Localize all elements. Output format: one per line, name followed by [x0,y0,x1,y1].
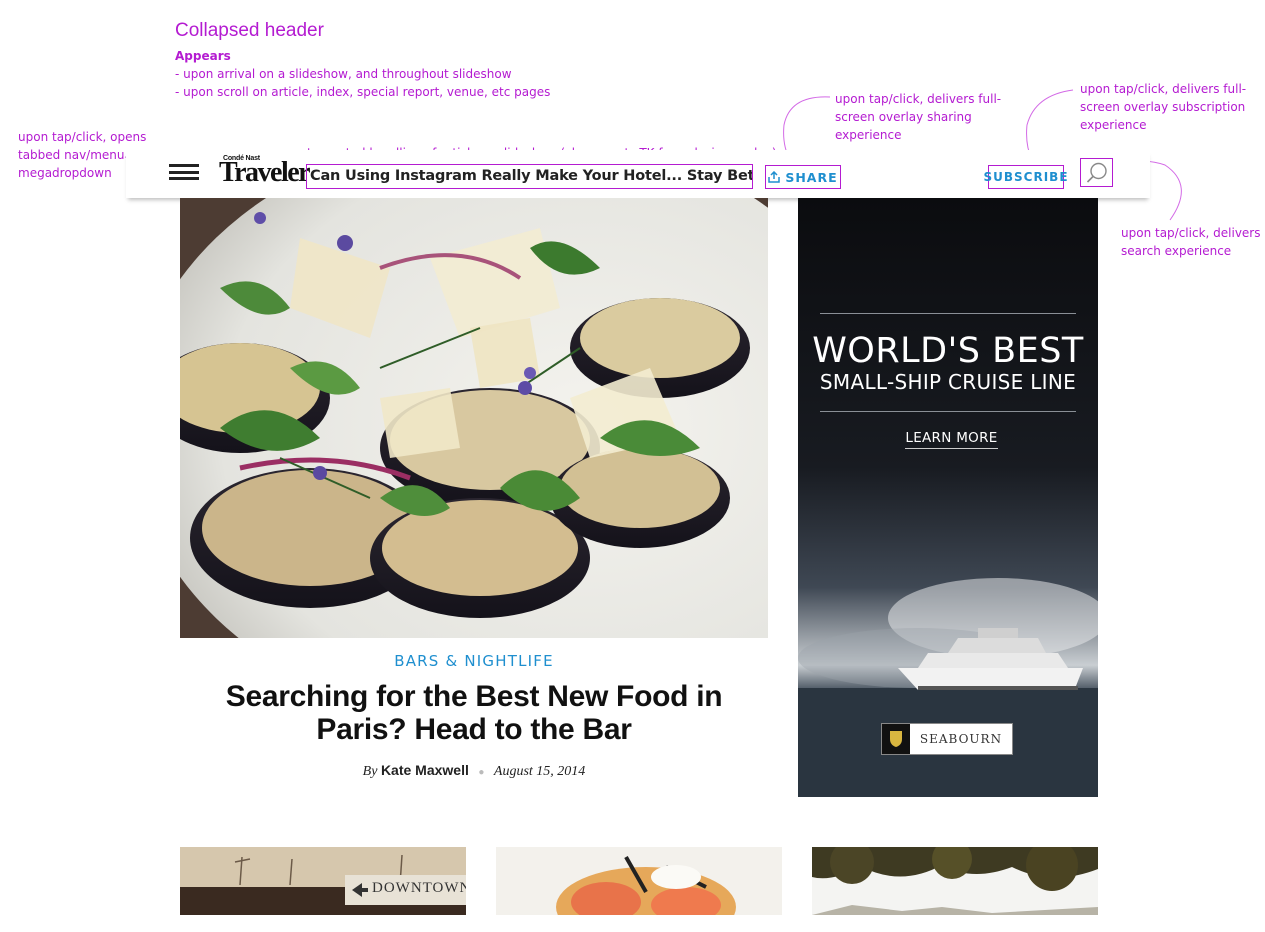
annotation-appears-item: - upon scroll on article, index, special… [175,85,551,99]
thumbnail-bar-interior[interactable]: DOWNTOWN [180,847,466,915]
traveler-logo[interactable]: Condé Nast Traveler [219,155,311,187]
annotation-share: upon tap/click, delivers full-screen ove… [835,92,1002,142]
byline-prefix: By [362,764,378,779]
annotation-search: upon tap/click, delivers search experien… [1121,226,1261,258]
byline-author[interactable]: Kate Maxwell [381,762,469,778]
ad-background [798,198,1098,797]
thumbnail-image [812,847,1098,915]
subscribe-button[interactable]: SUBSCRIBE [983,165,1068,189]
annotation-title: Collapsed header [175,20,324,41]
subscribe-label: SUBSCRIBE [983,170,1069,184]
search-icon [1086,162,1107,183]
annotation-appears-heading: Appears [175,49,231,63]
ad-headline: WORLD'S BEST [812,331,1084,371]
ad-rule-bottom [820,411,1076,412]
article-title[interactable]: Searching for the Best New Food in Paris… [200,680,748,746]
byline-separator: ● [478,767,485,778]
advertisement[interactable]: WORLD'S BEST SMALL-SHIP CRUISE LINE LEAR… [798,198,1098,797]
thumbnail-sign-text: DOWNTOWN [372,880,466,896]
thumbnail-seafood-dish[interactable] [496,847,782,915]
logo-wordmark: Traveler [219,157,311,188]
search-button[interactable] [1080,158,1113,187]
thumbnail-trees[interactable] [812,847,1098,915]
ad-rule-top [820,313,1076,314]
ad-subheadline: SMALL-SHIP CRUISE LINE [819,370,1077,394]
truncated-headline[interactable]: Can Using Instagram Really Make Your Hot… [306,164,753,189]
share-icon [768,171,781,183]
annotation-subscribe: upon tap/click, delivers full-screen ove… [1080,82,1247,132]
ad-brand-name: SEABOURN [919,732,1003,746]
annotation-appears: Appears - upon arrival on a slideshow, a… [175,47,595,101]
hero-food-illustration [180,198,768,638]
thumbnail-image [496,847,782,915]
ad-brand-logo[interactable]: SEABOURN [881,723,1013,755]
article-category[interactable]: BARS & NIGHTLIFE [180,652,768,670]
share-label: SHARE [785,169,838,185]
hamburger-icon[interactable] [169,164,199,180]
ad-learn-more-button[interactable]: LEARN MORE [905,430,998,449]
hero-image[interactable] [180,198,768,638]
article-byline: By Kate Maxwell ● August 15, 2014 [180,762,768,780]
seabourn-crest-icon [882,724,910,754]
annotation-appears-item: - upon arrival on a slideshow, and throu… [175,67,512,81]
byline-date: August 15, 2014 [493,764,586,779]
share-button[interactable]: SHARE [765,165,841,189]
